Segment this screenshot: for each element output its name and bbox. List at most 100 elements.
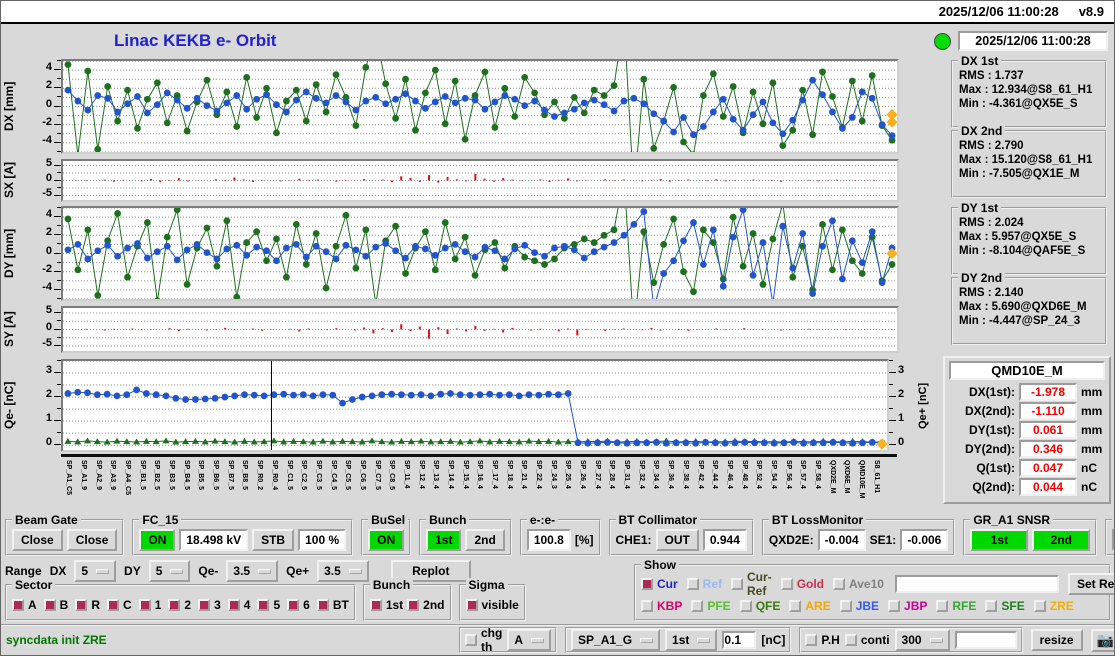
threshold-input[interactable]: [722, 631, 757, 649]
tick-mark: [889, 372, 896, 374]
sector-6-checkbox[interactable]: 6: [287, 598, 310, 612]
qe-axis: 0 1 2 3: [17, 359, 61, 452]
tick-mark: [889, 420, 896, 422]
busel-title: BuSel: [368, 513, 409, 527]
sector-5-checkbox[interactable]: 5: [257, 598, 280, 612]
che1-label: CHE1:: [615, 533, 652, 547]
sigma-visible-checkbox[interactable]: visible: [465, 598, 519, 612]
bpm-label: SP_17_4: [491, 460, 499, 489]
show-jbp-checkbox[interactable]: JBP: [888, 599, 927, 613]
camera-button[interactable]: 📷: [1090, 628, 1114, 652]
bunch-1st-checkbox[interactable]: 1st: [369, 598, 403, 612]
extra-input[interactable]: [954, 631, 1017, 649]
points-select[interactable]: 300: [894, 629, 950, 651]
show-title: Show: [641, 558, 679, 572]
busel-group: BuSel ON: [361, 513, 412, 556]
monitor-row: DX(2nd): -1.110 mm: [965, 402, 1103, 420]
tick-label: 2: [45, 226, 52, 239]
show-are-checkbox[interactable]: ARE: [789, 599, 831, 613]
sector-c-checkbox[interactable]: C: [107, 598, 132, 612]
sector-a-checkbox[interactable]: A: [12, 598, 37, 612]
sector-3-checkbox[interactable]: 3: [198, 598, 221, 612]
qep-axis-label: Qe+ [nC]: [917, 382, 929, 429]
show-gold-checkbox[interactable]: Gold: [780, 577, 824, 591]
gr-snsr-2nd-button[interactable]: 2nd: [1032, 529, 1091, 551]
range-qep-select[interactable]: 3.5: [317, 560, 369, 582]
sector-1-checkbox[interactable]: 1: [138, 598, 161, 612]
bunch-select[interactable]: 1st: [665, 629, 718, 651]
bunch-1st-button[interactable]: 1st: [426, 529, 462, 551]
tick-mark: [54, 194, 61, 196]
show-pfe-checkbox[interactable]: PFE: [691, 599, 731, 613]
bpm-label: SP_24_3: [549, 460, 557, 489]
show-ave10-checkbox[interactable]: Ave10: [833, 577, 884, 591]
show-cur-ref-checkbox[interactable]: Cur-Ref: [731, 570, 772, 598]
resize-button[interactable]: resize: [1030, 629, 1083, 651]
bpm-label: SP_57_4: [799, 460, 807, 489]
checkbox-indicator-icon: [739, 600, 752, 612]
page-title: Linac KEKB e- Orbit: [114, 31, 277, 50]
show-rfe-checkbox[interactable]: RFE: [936, 599, 976, 613]
che1-out-button[interactable]: OUT: [655, 529, 699, 551]
sector-bt-checkbox[interactable]: BT: [316, 598, 349, 612]
set-ref-button[interactable]: Set Ref: [1067, 573, 1114, 595]
bpm-label: QXD6E_M: [843, 460, 851, 494]
tick-mark: [54, 345, 61, 347]
tick-label: -4: [42, 133, 52, 146]
beam-gate-close-button-1[interactable]: Close: [12, 529, 63, 551]
sigma-title: Sigma: [465, 578, 508, 592]
bpm-label: SP_42_4: [696, 460, 704, 489]
monitor-name[interactable]: QMD10E_M: [949, 361, 1105, 380]
tick-mark: [54, 372, 61, 374]
show-group: Show Cur Ref Cur-Ref Gold Ave10 Set Ref …: [634, 558, 1114, 621]
gr-snsr-1st-button[interactable]: 1st: [970, 529, 1029, 551]
beam-gate-close-button-2[interactable]: Close: [66, 529, 118, 551]
sx-axis: 5 0 -5: [17, 157, 61, 202]
sector-2-checkbox[interactable]: 2: [168, 598, 191, 612]
range-qep-label: Qe+: [286, 564, 310, 578]
bt-loss-monitor-group: BT LossMonitor QXD2E: -0.004 SE1: -0.006: [761, 513, 956, 556]
range-dy-select[interactable]: 5: [148, 560, 191, 582]
fc15-on-button[interactable]: ON: [139, 529, 176, 551]
show-cur-checkbox[interactable]: Cur: [641, 577, 678, 591]
checkbox-indicator-icon: [844, 634, 857, 646]
bpm-label: SP_56_4: [784, 460, 792, 489]
show-row-2: KBP PFE QFE ARE JBE JBP RFE SFE ZRE: [641, 595, 1105, 617]
chg-th-group: chg th A: [459, 626, 558, 654]
range-dx-select[interactable]: 5: [74, 560, 117, 582]
show-sfe-checkbox[interactable]: SFE: [985, 599, 1025, 613]
bpm-label: SP_11_4: [402, 460, 410, 489]
conti-checkbox[interactable]: conti: [844, 633, 890, 647]
show-qfe-checkbox[interactable]: QFE: [739, 599, 780, 613]
show-ref-checkbox[interactable]: Ref: [686, 577, 722, 591]
tick-mark: [54, 123, 61, 125]
bunch-2nd-checkbox[interactable]: 2nd: [407, 598, 445, 612]
bpm-select[interactable]: SP_A1_G: [571, 629, 661, 651]
busel-on-button[interactable]: ON: [368, 529, 405, 551]
dy1-max: Max : 5.957@QX5E_S: [959, 231, 1077, 243]
bunch-2nd-button[interactable]: 2nd: [465, 529, 505, 551]
show-zre-checkbox[interactable]: ZRE: [1033, 599, 1074, 613]
show-kbp-checkbox[interactable]: KBP: [641, 599, 682, 613]
tick-label: 2: [45, 79, 52, 92]
checkbox-indicator-icon: [691, 600, 704, 612]
show-jbe-checkbox[interactable]: JBE: [839, 599, 879, 613]
range-qem-select[interactable]: 3.5: [226, 560, 279, 582]
bpm-label: SP_14_4: [446, 460, 454, 489]
sector-4-checkbox[interactable]: 4: [227, 598, 250, 612]
ph-checkbox[interactable]: P.H: [805, 633, 840, 647]
bpm-label: SP_16_4: [476, 460, 484, 489]
monitor-row: DY(1st): 0.061 mm: [968, 421, 1103, 439]
sector-b-checkbox[interactable]: B: [43, 598, 68, 612]
chg-th-checkbox[interactable]: chg th: [465, 626, 502, 654]
checkbox-indicator-icon: [833, 578, 846, 590]
x-axis-line: [61, 454, 897, 457]
ref-name-input[interactable]: [894, 575, 1059, 593]
fc15-stb-button[interactable]: STB: [252, 529, 295, 551]
sector-r-checkbox[interactable]: R: [75, 598, 100, 612]
checkbox-indicator-icon: [686, 578, 699, 590]
dy2-max: Max : 5.690@QXD6E_M: [959, 301, 1087, 313]
th-sector-select[interactable]: A: [507, 629, 552, 651]
tick-label: 3: [45, 364, 52, 377]
tick-label: 1: [898, 412, 905, 425]
